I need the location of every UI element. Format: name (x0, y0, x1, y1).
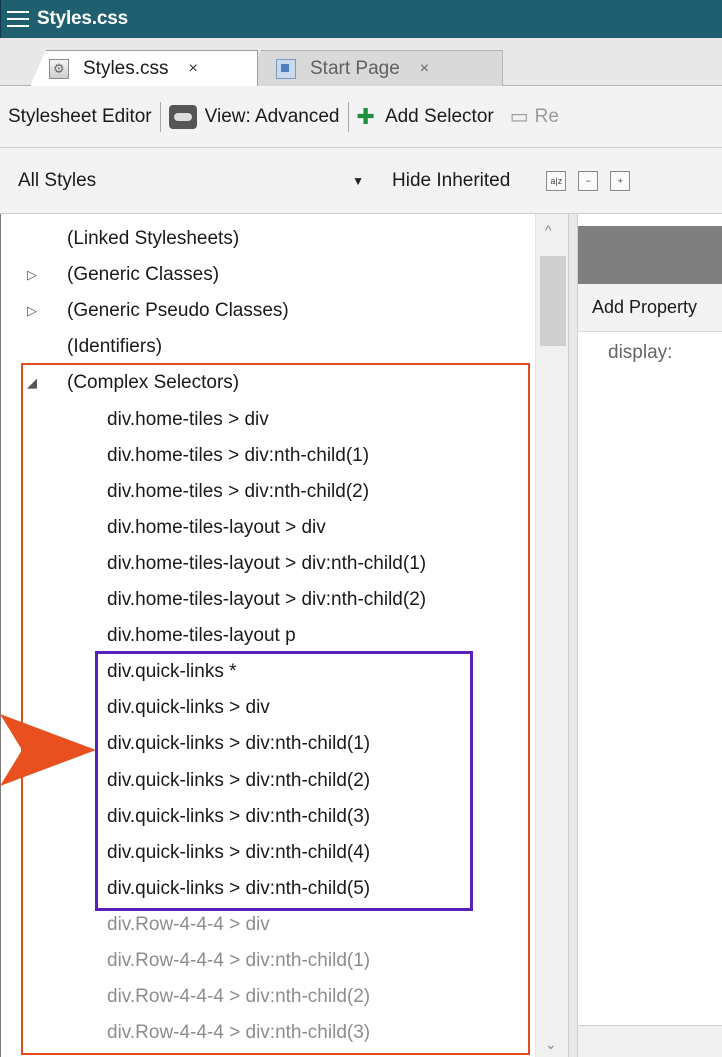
tree-item-label: (Generic Pseudo Classes) (67, 300, 289, 322)
tree-item-label: (Linked Stylesheets) (67, 228, 240, 249)
scroll-down-icon[interactable]: ⌄ (545, 1036, 557, 1053)
property-panel: Add Property display: (577, 214, 722, 1057)
start-page-icon (276, 58, 296, 79)
add-selector-label: Add Selector (384, 105, 494, 127)
editor-label-text: Stylesheet Editor (8, 105, 152, 127)
property-header (578, 226, 722, 284)
quick-links-highlight (95, 651, 473, 911)
collapse-all-icon[interactable]: − (578, 170, 599, 191)
view-label: View: Advanced (204, 105, 340, 127)
css-file-icon (49, 58, 69, 79)
hamburger-icon[interactable] (7, 11, 29, 27)
view-advanced-button[interactable]: View: Advanced (161, 104, 348, 129)
scroll-thumb[interactable] (540, 256, 566, 346)
expand-arrow-icon[interactable]: ▷ (27, 303, 37, 319)
pointer-arrow-icon (0, 714, 96, 786)
sort-alphabetical-icon[interactable]: a|z (546, 170, 567, 191)
add-selector-button[interactable]: ✚ Add Selector (349, 104, 502, 130)
close-icon[interactable]: × (189, 60, 198, 78)
window-titlebar: Styles.css (0, 0, 722, 38)
tab-label: Styles.css (83, 57, 169, 79)
editor-toolbar: Stylesheet Editor View: Advanced ✚ Add S… (0, 86, 722, 148)
window-title: Styles.css (37, 8, 128, 29)
filter-row: All Styles ▼ Hide Inherited a|z − + (0, 148, 722, 214)
remove-selector-button[interactable]: ▭ Re (502, 104, 567, 129)
expand-arrow-icon[interactable]: ▷ (27, 267, 37, 283)
add-selector-icon: ✚ (356, 103, 375, 129)
tree-item-label: (Generic Classes) (67, 264, 220, 286)
stylesheet-editor-label: Stylesheet Editor (0, 106, 160, 128)
tab-label: Start Page (310, 57, 400, 79)
tree-category[interactable]: (Identifiers) (67, 329, 162, 365)
close-icon[interactable]: × (420, 60, 429, 78)
dropdown-arrow-icon: ▼ (352, 173, 364, 188)
panel-splitter[interactable] (568, 214, 577, 1057)
remove-label: Re (534, 105, 559, 127)
property-horizontal-scrollbar[interactable] (578, 1025, 722, 1057)
view-mode-icons: a|z − + (546, 170, 631, 191)
tab-start-page[interactable]: Start Page × (245, 50, 503, 86)
property-name[interactable]: display: (608, 342, 672, 364)
dropdown-value: All Styles (18, 169, 97, 191)
glasses-icon (168, 104, 197, 129)
tree-category[interactable]: (Linked Stylesheets) (67, 221, 239, 257)
tree-category[interactable]: ▷ (Generic Pseudo Classes) (27, 293, 289, 329)
tree-vertical-scrollbar[interactable]: ^ ⌄ (535, 214, 568, 1057)
remove-selector-icon: ▭ (509, 106, 529, 128)
tab-strip: Start Page × Styles.css × (0, 38, 722, 86)
tree-item-label: (Identifiers) (67, 336, 163, 358)
expand-all-icon[interactable]: + (610, 170, 631, 191)
tree-category[interactable]: ▷ (Generic Classes) (27, 257, 220, 293)
tab-styles-css[interactable]: Styles.css × (30, 50, 258, 86)
hide-inherited-button[interactable]: Hide Inherited (392, 170, 510, 192)
styles-filter-dropdown[interactable]: All Styles ▼ (0, 161, 370, 201)
scroll-up-icon[interactable]: ^ (545, 222, 552, 238)
add-property-button[interactable]: Add Property (578, 284, 722, 332)
